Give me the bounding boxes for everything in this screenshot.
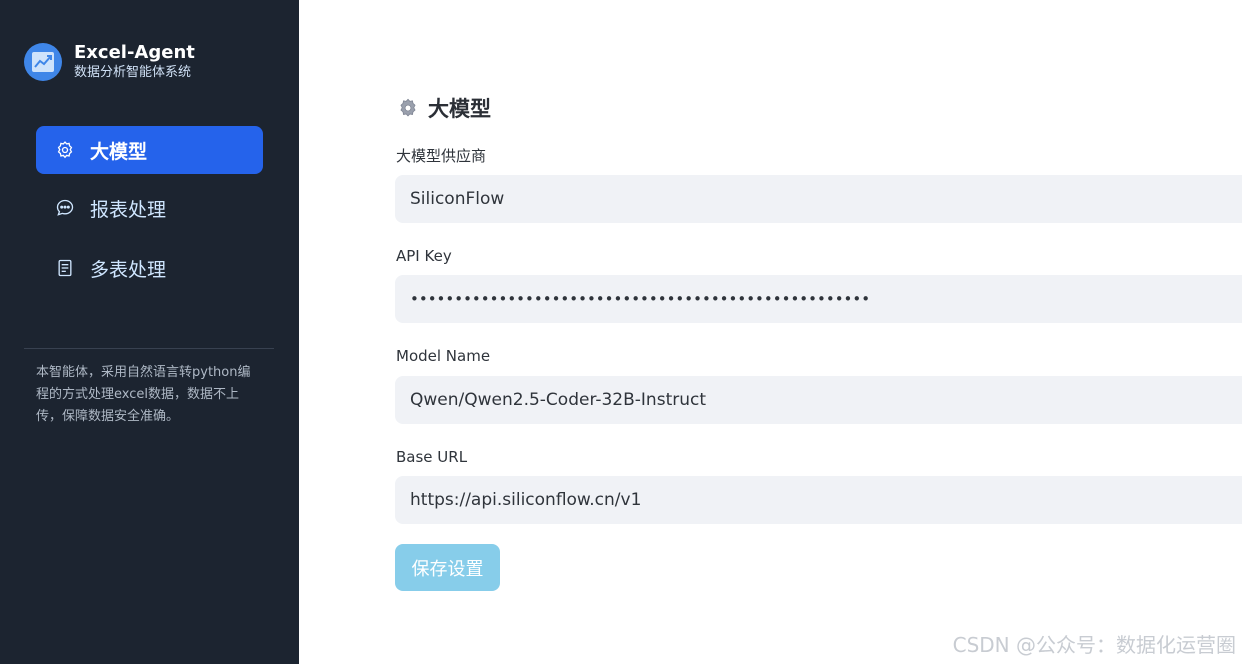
gear-icon [54,139,76,161]
nav-label-multi-table: 多表处理 [90,258,167,281]
sidebar: Excel-Agent 数据分析智能体系统 大模型 报表处理 多表处理 本智能体… [0,0,299,664]
model-name-label: Model Name [396,347,491,365]
nav-item-report[interactable]: 报表处理 [36,184,263,232]
api-key-label: API Key [396,247,452,265]
section-title: 大模型 [396,93,491,123]
brand-subtitle: 数据分析智能体系统 [74,65,192,80]
base-url-label: Base URL [396,448,468,466]
document-icon [54,257,76,279]
chart-logo-icon [24,43,62,81]
api-key-input[interactable] [395,275,1242,323]
chat-bubble-icon [54,197,76,219]
provider-label: 大模型供应商 [396,147,487,165]
provider-input[interactable] [395,175,1242,223]
watermark: CSDN @公众号：数据化运营圈 [952,633,1236,657]
model-name-input[interactable] [395,376,1242,424]
gear-icon [396,96,420,120]
page-title: 大模型 [428,97,491,121]
sidebar-description: 本智能体，采用自然语言转python编程的方式处理excel数据，数据不上传，保… [36,365,251,424]
nav-label-report: 报表处理 [90,198,167,221]
brand-title: Excel-Agent [74,42,195,63]
nav-item-multi-table[interactable]: 多表处理 [36,244,263,292]
save-settings-button[interactable]: 保存设置 [395,544,500,591]
base-url-input[interactable] [395,476,1242,524]
brand: Excel-Agent 数据分析智能体系统 [24,42,195,82]
nav-label-llm: 大模型 [90,140,148,163]
brand-text: Excel-Agent 数据分析智能体系统 [74,42,195,82]
app-window: Excel-Agent 数据分析智能体系统 大模型 报表处理 多表处理 本智能体… [0,0,1242,664]
nav-item-llm[interactable]: 大模型 [36,126,263,174]
main-content: 大模型 大模型供应商 API Key Model Name Base URL 保… [299,0,1242,664]
sidebar-divider [24,348,274,349]
